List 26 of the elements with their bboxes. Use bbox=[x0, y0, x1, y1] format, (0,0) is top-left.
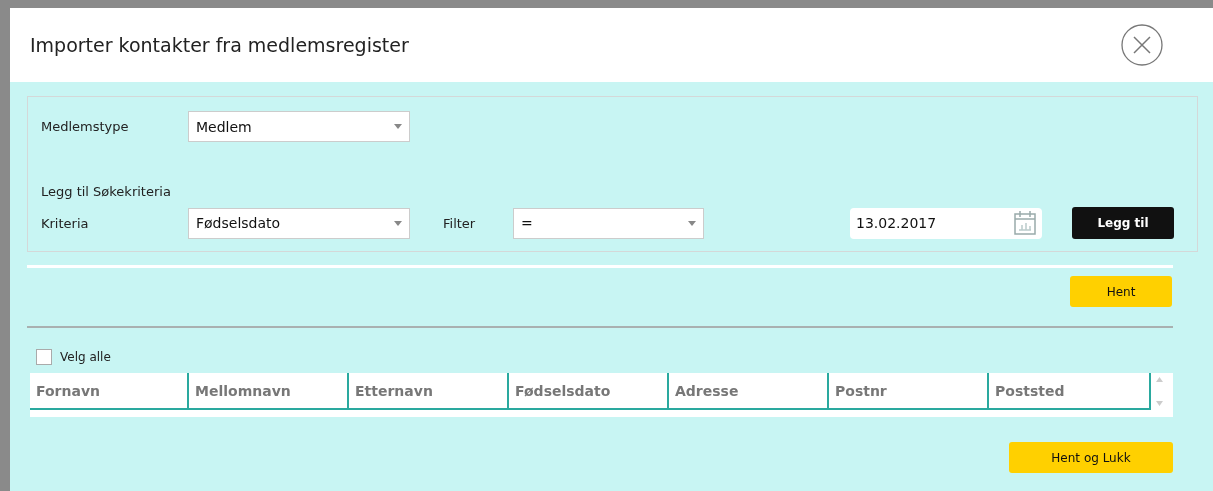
fetch-and-close-button[interactable]: Hent og Lukk bbox=[1009, 442, 1173, 473]
column-header: Etternavn bbox=[349, 373, 509, 408]
column-header: Mellomnavn bbox=[189, 373, 349, 408]
checkbox-label: Velg alle bbox=[60, 350, 111, 364]
dropdown-caret-icon bbox=[688, 220, 696, 226]
fetch-button[interactable]: Hent bbox=[1070, 276, 1172, 307]
member-type-dropdown[interactable]: Medlem bbox=[188, 111, 410, 142]
column-header: Poststed bbox=[989, 373, 1151, 408]
select-all-checkbox[interactable] bbox=[36, 349, 52, 365]
dropdown-caret-icon bbox=[394, 124, 402, 129]
criteria-dropdown[interactable]: Fødselsdato bbox=[188, 207, 410, 239]
close-icon[interactable] bbox=[1121, 24, 1163, 66]
field-label: Medlemstype bbox=[41, 119, 130, 134]
dialog-title: Importer kontakter fra medlemsregister bbox=[30, 34, 409, 56]
add-button[interactable]: Legg til bbox=[1072, 207, 1174, 239]
column-header: Fødselsdato bbox=[509, 373, 669, 408]
section-heading: Legg til Søkekriteria bbox=[41, 184, 172, 199]
calendar-icon[interactable] bbox=[1014, 211, 1036, 235]
column-header: Adresse bbox=[669, 373, 829, 408]
field-label: Kriteria bbox=[41, 215, 90, 231]
filter-dropdown[interactable]: = bbox=[513, 207, 704, 239]
column-header: Fornavn bbox=[30, 373, 189, 408]
field-label: Filter bbox=[443, 215, 477, 231]
column-header: Postnr bbox=[829, 373, 989, 408]
dropdown-caret-icon bbox=[394, 220, 402, 226]
date-field[interactable]: 13.02.2017 bbox=[850, 207, 1042, 239]
